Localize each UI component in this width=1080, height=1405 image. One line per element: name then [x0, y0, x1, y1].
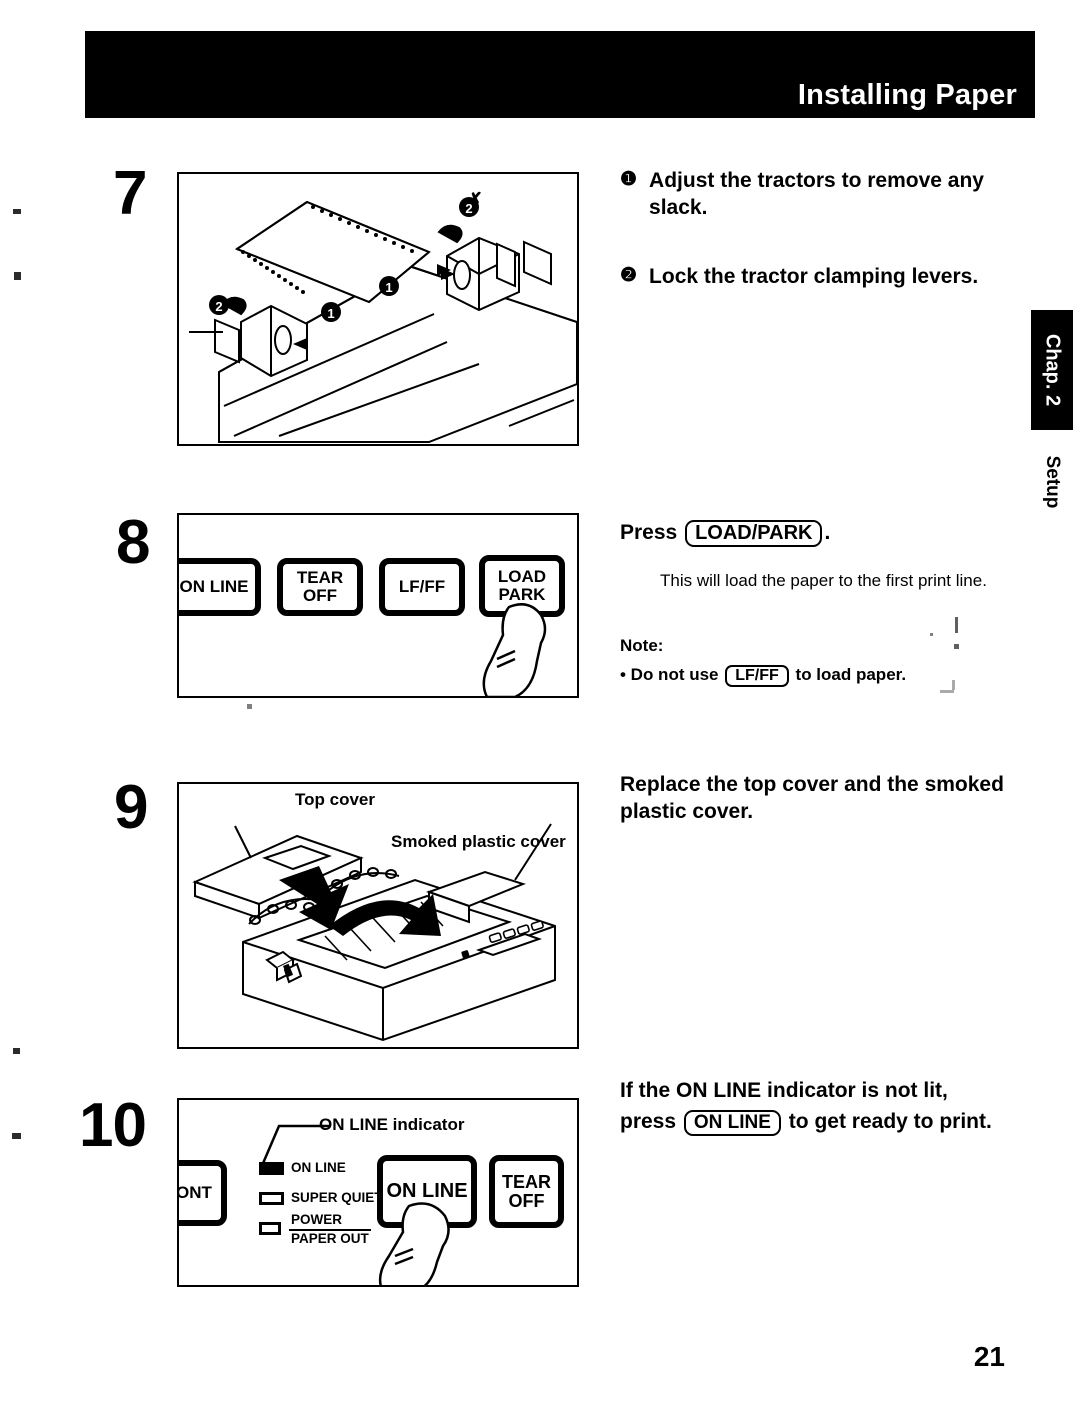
step-9-number: 9: [114, 773, 148, 842]
panel-button-tear-off: TEAR OFF: [277, 558, 363, 616]
scan-artifact: [247, 704, 252, 709]
step-7-number: 7: [113, 159, 147, 228]
led-label-power: POWER: [291, 1212, 343, 1227]
scan-artifact: [14, 272, 21, 280]
step-8-number: 8: [116, 508, 150, 577]
panel-button-font: ONT: [179, 1160, 227, 1226]
press-label: Press: [620, 521, 678, 544]
pointing-finger-icon: [482, 603, 547, 696]
led-super-quiet: [259, 1192, 284, 1205]
step-9-figure: Top cover Smoked plastic cover: [177, 782, 579, 1049]
instruction-period: .: [824, 521, 831, 544]
section-tab: Setup: [1031, 440, 1073, 524]
marker-1: ❶: [620, 169, 638, 190]
step-9-text: Replace the top cover and the smoked pla…: [620, 772, 1032, 826]
key-lf-ff: LF/FF: [725, 664, 789, 688]
note-prefix: • Do not use: [620, 664, 719, 684]
panel-button-on-line: ON LINE: [179, 558, 261, 616]
step-10-text: If the ON LINE indicator is not lit, pre…: [620, 1078, 1032, 1136]
on-line-emphasis: ON LINE: [676, 1079, 762, 1102]
tractor-adjustment-illustration: ✗ 1 2 1 2: [189, 190, 577, 443]
section-tab-label: Setup: [1042, 455, 1063, 509]
step-10-figure: ON LINE indicator ON LINE SUPER QUIET PO…: [177, 1098, 579, 1287]
note-suffix: to load paper.: [795, 664, 907, 684]
svg-text:1: 1: [327, 306, 334, 321]
indicator-not-lit-label: indicator is not lit,: [767, 1079, 948, 1102]
step-8-text: Press LOAD/PARK. This will load the pape…: [620, 520, 1020, 693]
scan-artifact: [955, 617, 958, 633]
step-10-number: 10: [79, 1091, 147, 1160]
svg-text:1: 1: [385, 280, 392, 295]
if-the-label: If the: [620, 1079, 671, 1102]
led-power-paper-out: [259, 1222, 281, 1235]
step-8-figure: ON LINE TEAR OFF LF/FF LOAD PARK: [177, 513, 579, 698]
chapter-tab-label: Chap. 2: [1041, 333, 1064, 407]
panel-button-tear-off-10: TEAR OFF: [489, 1155, 564, 1228]
figure-marker-2b: 2: [459, 197, 479, 217]
callout-on-line-indicator: ON LINE indicator: [319, 1115, 465, 1134]
svg-text:2: 2: [465, 201, 472, 216]
figure-marker-1b: 1: [321, 302, 341, 322]
step-10-instruction-line-2: press ON LINE to get ready to print.: [620, 1109, 1032, 1136]
chapter-tab: Chap. 2: [1031, 310, 1073, 430]
page-title: Installing Paper: [797, 79, 1017, 111]
scan-artifact: [952, 680, 955, 690]
page-number: 21: [973, 1341, 1005, 1372]
pointing-finger-icon: [378, 1202, 450, 1285]
step-9-instruction: Replace the top cover and the smoked pla…: [620, 773, 1004, 823]
step-7-instruction-1: ❶ Adjust the tractors to remove any slac…: [620, 168, 1020, 222]
scan-artifact: [940, 690, 954, 693]
step-8-instruction: Press LOAD/PARK.: [620, 520, 1020, 547]
scan-artifact: [930, 633, 933, 636]
get-ready-label: to get ready to print.: [788, 1109, 992, 1133]
led-label-on-line: ON LINE: [291, 1160, 346, 1175]
scan-artifact: [13, 209, 21, 214]
step-10-instruction-line-1: If the ON LINE indicator is not lit,: [620, 1078, 1032, 1105]
scan-artifact: [954, 644, 959, 649]
step-7-figure: ✗ 1 2 1 2: [177, 172, 579, 446]
label-top-cover: Top cover: [295, 790, 375, 809]
step-7-instruction-2: ❷ Lock the tractor clamping levers.: [620, 264, 1020, 291]
key-load-park: LOAD/PARK: [685, 520, 823, 547]
scan-artifact: [13, 1048, 20, 1054]
figure-marker-2c: 2: [209, 295, 229, 315]
scan-artifact: [12, 1133, 21, 1139]
replace-covers-illustration: [192, 823, 556, 1042]
label-smoked-plastic-cover: Smoked plastic cover: [391, 832, 566, 851]
manual-page: Installing Paper Chap. 2 Setup 7 1 2 1 2…: [0, 0, 1080, 1405]
panel-button-lf-ff: LF/FF: [379, 558, 465, 616]
step-7-text: ❶ Adjust the tractors to remove any slac…: [620, 168, 1020, 291]
step-8-body-text: This will load the paper to the first pr…: [660, 571, 987, 590]
key-on-line: ON LINE: [683, 1109, 781, 1136]
svg-text:2: 2: [215, 299, 222, 314]
panel-edge-line: [177, 515, 179, 696]
step-7-instruction-2-text: Lock the tractor clamping levers.: [649, 264, 979, 288]
step-7-instruction-1-text: Adjust the tractors to remove any slack.: [649, 169, 984, 219]
marker-2: ❷: [620, 264, 638, 286]
page-header-banner: Installing Paper: [85, 31, 1035, 118]
led-on-line: [259, 1162, 284, 1175]
press-label-10: press: [620, 1109, 677, 1133]
figure-marker-1a: 1: [379, 276, 399, 296]
note-label: Note:: [620, 635, 664, 655]
note-item: • Do not use LF/FF to load paper.: [620, 664, 1020, 688]
